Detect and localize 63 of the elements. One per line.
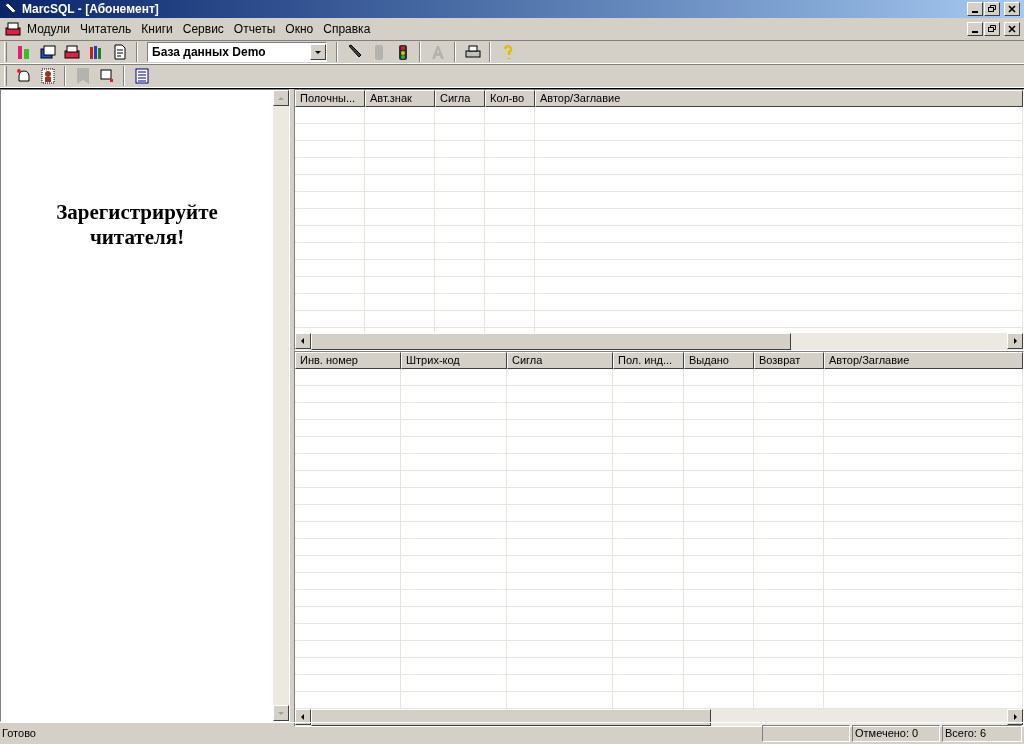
portrait-icon [38,67,57,85]
minimize-icon [972,31,978,33]
column-header[interactable]: Пол. инд... [613,352,684,369]
column-header[interactable]: Авт.знак [365,90,435,107]
close-button[interactable] [1004,22,1020,36]
minimize-button[interactable] [967,22,983,36]
minimize-icon [972,11,978,13]
column-header[interactable]: Кол-во [485,90,535,107]
cards-icon [38,43,57,61]
menu-item[interactable]: Справка [318,20,376,38]
scroll-arrow-button[interactable] [295,333,311,349]
menu-item[interactable]: Книги [136,20,178,38]
restore-icon [987,24,997,34]
scroll-arrow-button[interactable] [273,705,289,721]
arrow-down-icon [277,709,285,717]
column-header[interactable]: Сигла [435,90,485,107]
scroll-arrow-button[interactable] [310,44,326,60]
arrow-left-icon [299,337,307,345]
table-icon [132,67,151,85]
status-text: Готово [2,726,37,742]
box-icon [62,43,81,61]
column-header[interactable]: Инв. номер [295,352,401,369]
column-header[interactable]: Автор/Заглавие [535,90,1023,107]
arrow-right-icon [1011,337,1019,345]
column-header[interactable]: Полочны... [295,90,365,107]
scroll-arrow-button[interactable] [1007,333,1023,349]
printer-icon [463,43,482,61]
scroll-arrow-button[interactable] [295,709,311,725]
restore-button[interactable] [984,2,1000,16]
menu-item[interactable]: Модули [22,20,75,38]
column-header[interactable]: Возврат [754,352,824,369]
arrow-down-icon [314,48,322,56]
column-header[interactable]: Штрих-код [401,352,507,369]
horizontal-scrollbar[interactable] [295,333,1023,350]
close-icon [1007,4,1017,14]
vertical-scrollbar[interactable] [273,90,289,721]
arrow-right-icon [1011,713,1019,721]
column-header[interactable]: Сигла [507,352,613,369]
scroll-thumb[interactable] [311,333,791,350]
menu-item[interactable]: Читатель [75,20,137,38]
close-icon [1007,24,1017,34]
horizontal-scrollbar[interactable] [295,709,1023,726]
column-header[interactable]: Выдано [684,352,754,369]
window-title: MarcSQL - [Абонемент] [22,1,160,18]
restore-icon [987,4,997,14]
close-button[interactable] [1004,2,1020,16]
menu-item[interactable]: Сервис [177,20,229,38]
menu-item[interactable]: Отчеты [228,20,281,38]
scroll-thumb[interactable] [311,709,711,726]
arrow-up-icon [277,94,285,102]
minimize-button[interactable] [967,2,983,16]
menu-item[interactable]: Окно [280,20,319,38]
app-icon [4,2,18,16]
restore-button[interactable] [984,22,1000,36]
scroll-arrow-button[interactable] [273,90,289,106]
total-count: Всего: 6 [942,725,1022,742]
database-dropdown[interactable]: База данных Demo [147,42,327,62]
scroll-arrow-button[interactable] [1007,709,1023,725]
arrow-left-icon [299,713,307,721]
marked-count: Отмечено: 0 [852,725,940,742]
column-header[interactable]: Автор/Заглавие [824,352,1023,369]
document-menu-icon[interactable] [4,21,22,37]
register-reader-message: Зарегистрируйте читателя! [55,200,219,251]
